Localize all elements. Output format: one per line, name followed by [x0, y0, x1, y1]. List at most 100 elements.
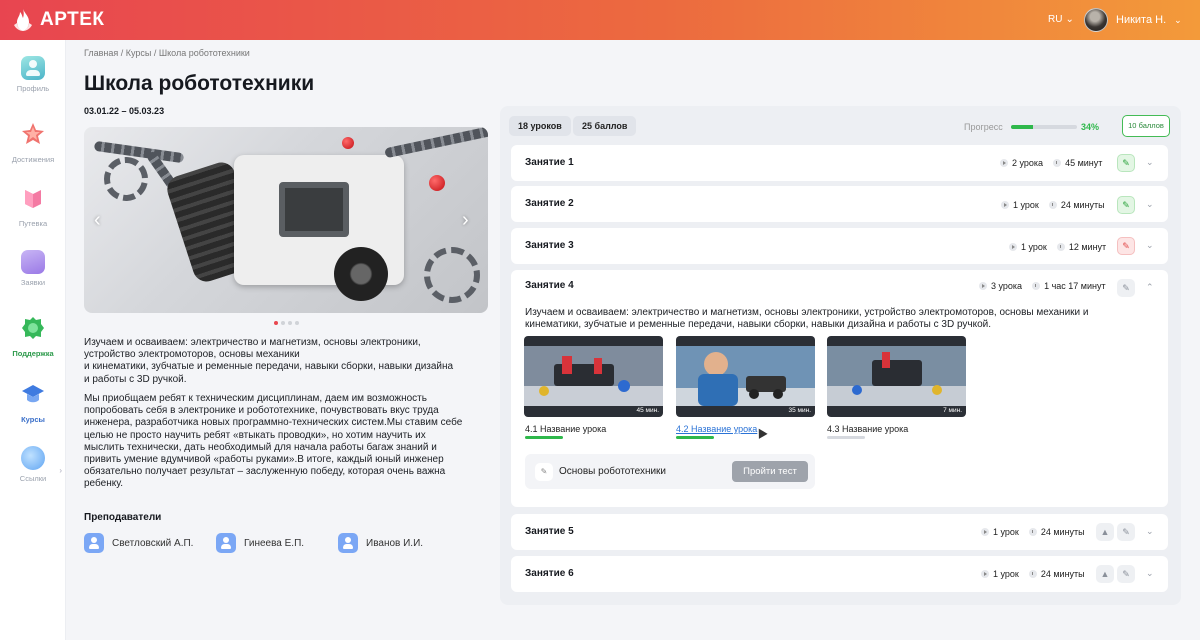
- sidebar-item-support[interactable]: Поддержка: [0, 316, 66, 372]
- robot-photo-detail: [424, 247, 480, 303]
- chevron-down-icon[interactable]: ⌄: [1146, 199, 1154, 210]
- chevron-down-icon[interactable]: ⌄: [1146, 526, 1154, 537]
- score-button[interactable]: 10 баллов: [1122, 115, 1170, 137]
- sidebar-item-label: Ссылки: [19, 474, 47, 483]
- chevron-down-icon[interactable]: ⌄: [1146, 157, 1154, 168]
- lesson-time: 24 минуты: [1040, 527, 1085, 537]
- progress-bar: [1011, 125, 1077, 129]
- edit-pencil-icon[interactable]: ✎: [1117, 154, 1135, 172]
- breadcrumb[interactable]: Главная / Курсы / Школа робототехники: [84, 48, 250, 58]
- carousel-dot[interactable]: [288, 321, 292, 325]
- brand-name: АРТЕК: [40, 9, 105, 30]
- points-chip: 25 баллов: [573, 116, 637, 136]
- carousel-dot[interactable]: [274, 321, 278, 325]
- sidebar-item-label: Профиль: [16, 84, 50, 93]
- pencil-icon: ✎: [535, 463, 553, 481]
- graduation-cap-icon[interactable]: ▲: [1096, 565, 1114, 583]
- video-preview-image: [827, 346, 966, 406]
- support-badge-icon: [22, 317, 44, 339]
- lessons-count-chip: 18 уроков: [509, 116, 571, 136]
- brand-logo[interactable]: АРТЕК: [12, 8, 105, 32]
- lesson-title: Занятие 1: [525, 157, 574, 168]
- lesson-time: 45 минут: [1065, 158, 1103, 168]
- teacher-item[interactable]: Светловский А.П.: [84, 533, 193, 553]
- robot-photo-detail: [429, 175, 445, 191]
- clock-icon: [1053, 159, 1062, 167]
- sidebar: Профиль Достижения Путевка Заявки Поддер…: [0, 40, 66, 640]
- robot-photo-detail: [93, 140, 185, 164]
- user-profile-icon: [21, 56, 45, 80]
- chevron-right-icon: ›: [59, 466, 62, 475]
- edit-pencil-icon[interactable]: ✎: [1117, 196, 1135, 214]
- lesson-time: 24 минуты: [1060, 200, 1105, 210]
- sidebar-item-profile[interactable]: Профиль: [0, 56, 66, 112]
- carousel-dot[interactable]: [281, 321, 285, 325]
- play-icon: [981, 528, 989, 536]
- video-title[interactable]: 4.1 Название урока: [525, 424, 606, 434]
- carousel-dot[interactable]: [295, 321, 299, 325]
- course-image-carousel[interactable]: ‹ ›: [84, 127, 488, 313]
- play-icon: [1000, 159, 1008, 167]
- video-progress-bar: [676, 436, 714, 439]
- clock-icon: [1056, 243, 1065, 251]
- language-value: RU: [1048, 14, 1063, 25]
- lesson-count: 1 урок: [1021, 242, 1047, 252]
- sidebar-item-requests[interactable]: Заявки: [0, 250, 66, 306]
- test-title: Основы робототехники: [559, 466, 667, 477]
- flame-logo-icon: [14, 9, 32, 31]
- star-icon: [22, 123, 44, 144]
- video-thumbnail[interactable]: 7 мин.: [827, 336, 966, 417]
- sidebar-item-courses[interactable]: Курсы: [0, 382, 66, 438]
- robot-photo-detail: [334, 247, 388, 301]
- video-preview-image: [676, 346, 815, 406]
- sidebar-item-links[interactable]: Ссылки ›: [0, 446, 66, 502]
- start-test-button[interactable]: Пройти тест: [732, 461, 808, 482]
- chevron-down-icon[interactable]: ⌄: [1146, 240, 1154, 251]
- sidebar-item-label: Заявки: [20, 278, 46, 287]
- lesson-meta: 1 урок 12 минут: [1009, 242, 1106, 252]
- language-selector[interactable]: RU ⌄: [1048, 14, 1074, 25]
- lesson-meta: 1 урок 24 минуты: [1001, 200, 1105, 210]
- graduation-cap-icon[interactable]: ▲: [1096, 523, 1114, 541]
- teacher-item[interactable]: Гинеева Е.П.: [216, 533, 304, 553]
- sidebar-item-label: Путевка: [18, 219, 48, 228]
- sidebar-item-achievements[interactable]: Достижения: [0, 122, 66, 178]
- video-title[interactable]: 4.3 Название урока: [827, 424, 908, 434]
- teacher-item[interactable]: Иванов И.И.: [338, 533, 423, 553]
- video-thumbnail[interactable]: 35 мин.: [676, 336, 815, 417]
- lesson-title[interactable]: Занятие 4: [525, 280, 574, 291]
- video-duration: 35 мин.: [788, 407, 811, 414]
- clock-icon: [1032, 282, 1041, 290]
- user-menu[interactable]: Никита Н. ⌄: [1084, 8, 1182, 32]
- video-preview-image: [524, 346, 663, 406]
- video-progress-bar: [525, 436, 563, 439]
- user-icon: [216, 533, 236, 553]
- teacher-name: Иванов И.И.: [366, 537, 424, 549]
- video-title-link[interactable]: 4.2 Название урока: [676, 424, 757, 434]
- video-thumbnail[interactable]: 45 мин.: [524, 336, 663, 417]
- edit-pencil-icon[interactable]: ✎: [1117, 279, 1135, 297]
- play-icon: [981, 570, 989, 578]
- edit-pencil-icon[interactable]: ✎: [1117, 237, 1135, 255]
- carousel-prev-icon[interactable]: ‹: [94, 209, 101, 232]
- carousel-next-icon[interactable]: ›: [462, 209, 469, 232]
- lesson-time: 1 час 17 минут: [1044, 281, 1106, 291]
- chevron-down-icon[interactable]: ⌄: [1146, 568, 1154, 579]
- edit-pencil-icon[interactable]: ✎: [1117, 565, 1135, 583]
- document-stack-icon: [21, 250, 45, 274]
- course-dates: 03.01.22 – 05.03.23: [84, 106, 165, 116]
- video-progress-bar: [827, 436, 865, 439]
- play-icon: [1009, 243, 1017, 251]
- chevron-down-icon: ⌄: [1174, 14, 1182, 25]
- play-icon: [1001, 201, 1009, 209]
- robot-photo-detail: [104, 157, 148, 201]
- lesson-count: 2 урока: [1012, 158, 1044, 168]
- robot-photo-detail: [279, 182, 349, 237]
- progress-value: 34%: [1081, 122, 1100, 132]
- video-duration: 45 мин.: [636, 407, 659, 414]
- course-description: Изучаем и осваиваем: электричество и маг…: [84, 337, 454, 385]
- edit-pencil-icon[interactable]: ✎: [1117, 523, 1135, 541]
- chevron-up-icon[interactable]: ⌃: [1146, 282, 1154, 293]
- lesson-description: Изучаем и осваиваем: электричество и маг…: [525, 307, 1089, 330]
- sidebar-item-voucher[interactable]: Путевка: [0, 186, 66, 242]
